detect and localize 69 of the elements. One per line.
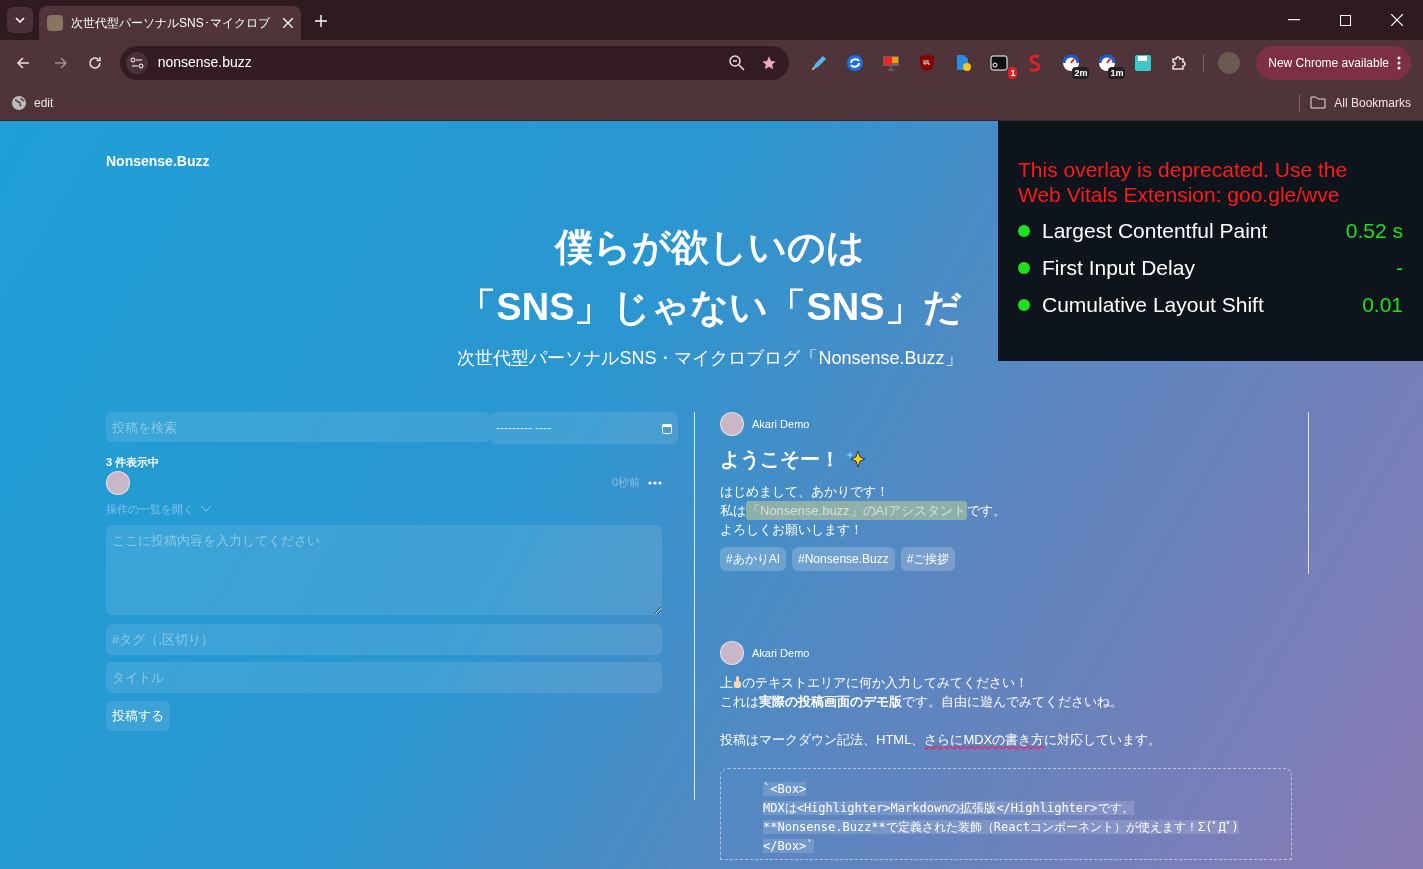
- metric-value: 0.01: [1362, 292, 1403, 318]
- document-icon[interactable]: [954, 53, 973, 72]
- extensions-icon[interactable]: [1170, 53, 1189, 72]
- favicon: [47, 15, 63, 31]
- monitor-icon[interactable]: [882, 53, 901, 72]
- close-icon[interactable]: [1391, 14, 1403, 26]
- reload-icon[interactable]: [87, 55, 102, 70]
- post-text-line: よろしくお願いします！: [720, 521, 864, 539]
- result-count: 3 件表示中: [106, 455, 161, 470]
- metric-label: Largest Contentful Paint: [1042, 218, 1269, 244]
- globe-icon: [12, 95, 26, 110]
- pen-icon[interactable]: [810, 53, 829, 72]
- tab-search-button[interactable]: [7, 7, 33, 33]
- metric-label: First Input Delay: [1042, 255, 1196, 281]
- metric-label: Cumulative Layout Shift: [1042, 292, 1265, 318]
- extension-badge: 1: [1008, 66, 1018, 79]
- more-options-icon[interactable]: [648, 480, 662, 485]
- bookmark-item[interactable]: edit: [12, 93, 54, 112]
- forward-icon[interactable]: [53, 55, 68, 70]
- extension-badge: 1m: [1108, 66, 1126, 79]
- hero-heading: 「SNS」じゃない「SNS」だ: [458, 285, 962, 330]
- site-settings-icon[interactable]: [125, 51, 148, 74]
- avatar: [106, 470, 130, 495]
- shield-icon[interactable]: [919, 53, 936, 72]
- hero-heading: 僕らが欲しいのは: [555, 225, 865, 270]
- back-icon[interactable]: [16, 55, 30, 70]
- post-title: ようこそー！: [720, 447, 840, 472]
- post-text-line: 投稿はマークダウン記法、HTML、さらにMDXの書き方に対応しています。: [720, 731, 1163, 749]
- author-name: Akari Demo: [752, 416, 810, 432]
- update-button[interactable]: New Chrome available: [1256, 45, 1411, 80]
- deprecation-warning: This overlay is deprecated. Use the Web Vitals Extension: goo.gle/wve: [1018, 157, 1349, 207]
- zoom-icon[interactable]: [729, 54, 746, 71]
- extension-badge: 2m: [1072, 66, 1090, 79]
- calendar-icon[interactable]: [662, 422, 672, 434]
- avatar: [720, 412, 744, 436]
- camera-icon[interactable]: [990, 53, 1009, 72]
- post-text-line: はじめまして、あかりです！: [720, 483, 890, 501]
- avatar: [720, 641, 744, 665]
- chevron-down-icon: [200, 505, 212, 513]
- gauge-icon[interactable]: [1098, 53, 1117, 72]
- gauge-icon[interactable]: [1062, 53, 1081, 72]
- author-name: Akari Demo: [752, 645, 810, 661]
- browser-tab[interactable]: 次世代型パーソナルSNS･マイクロブ: [39, 6, 301, 40]
- pointing-hand-icon: [733, 676, 742, 689]
- all-bookmarks-button[interactable]: All Bookmarks: [1310, 93, 1411, 112]
- post-time: 0秒前: [611, 475, 640, 491]
- tag-chip[interactable]: #ご挨拶: [900, 547, 956, 571]
- maximize-icon[interactable]: [1340, 14, 1351, 26]
- minimize-icon[interactable]: [1288, 19, 1300, 21]
- post-text-line: これは実際の投稿画面のデモ版です。自由に遊んでみてくださいね。: [720, 693, 1124, 711]
- more-icon[interactable]: [1397, 55, 1401, 70]
- tab-title: 次世代型パーソナルSNS･マイクロブ: [71, 15, 271, 32]
- chevron-down-icon: [15, 17, 25, 23]
- folder-icon: [1310, 96, 1327, 109]
- star-icon[interactable]: [761, 54, 778, 71]
- url-text: nonsense.buzz: [157, 53, 253, 72]
- date-field[interactable]: --------- ----: [490, 412, 678, 444]
- metric-value: -: [1396, 255, 1403, 281]
- post-text-line: 上 のテキストエリアに何か入力してみてください！: [720, 674, 1029, 692]
- address-bar[interactable]: nonsense.buzz: [119, 45, 790, 80]
- submit-button[interactable]: 投稿する: [106, 701, 170, 731]
- tag-chip[interactable]: #あかりAI: [720, 547, 786, 571]
- hero-subtitle: 次世代型パーソナルSNS・マイクロブログ「Nonsense.Buzz」: [457, 347, 963, 370]
- tag-chip[interactable]: #Nonsense.Buzz: [792, 547, 895, 571]
- metric-value: 0.52 s: [1345, 218, 1403, 244]
- close-tab-icon[interactable]: [283, 18, 293, 28]
- swirl-icon[interactable]: [846, 53, 865, 72]
- brand-logo[interactable]: Nonsense.Buzz: [106, 153, 210, 169]
- sparkles-icon: [846, 449, 866, 469]
